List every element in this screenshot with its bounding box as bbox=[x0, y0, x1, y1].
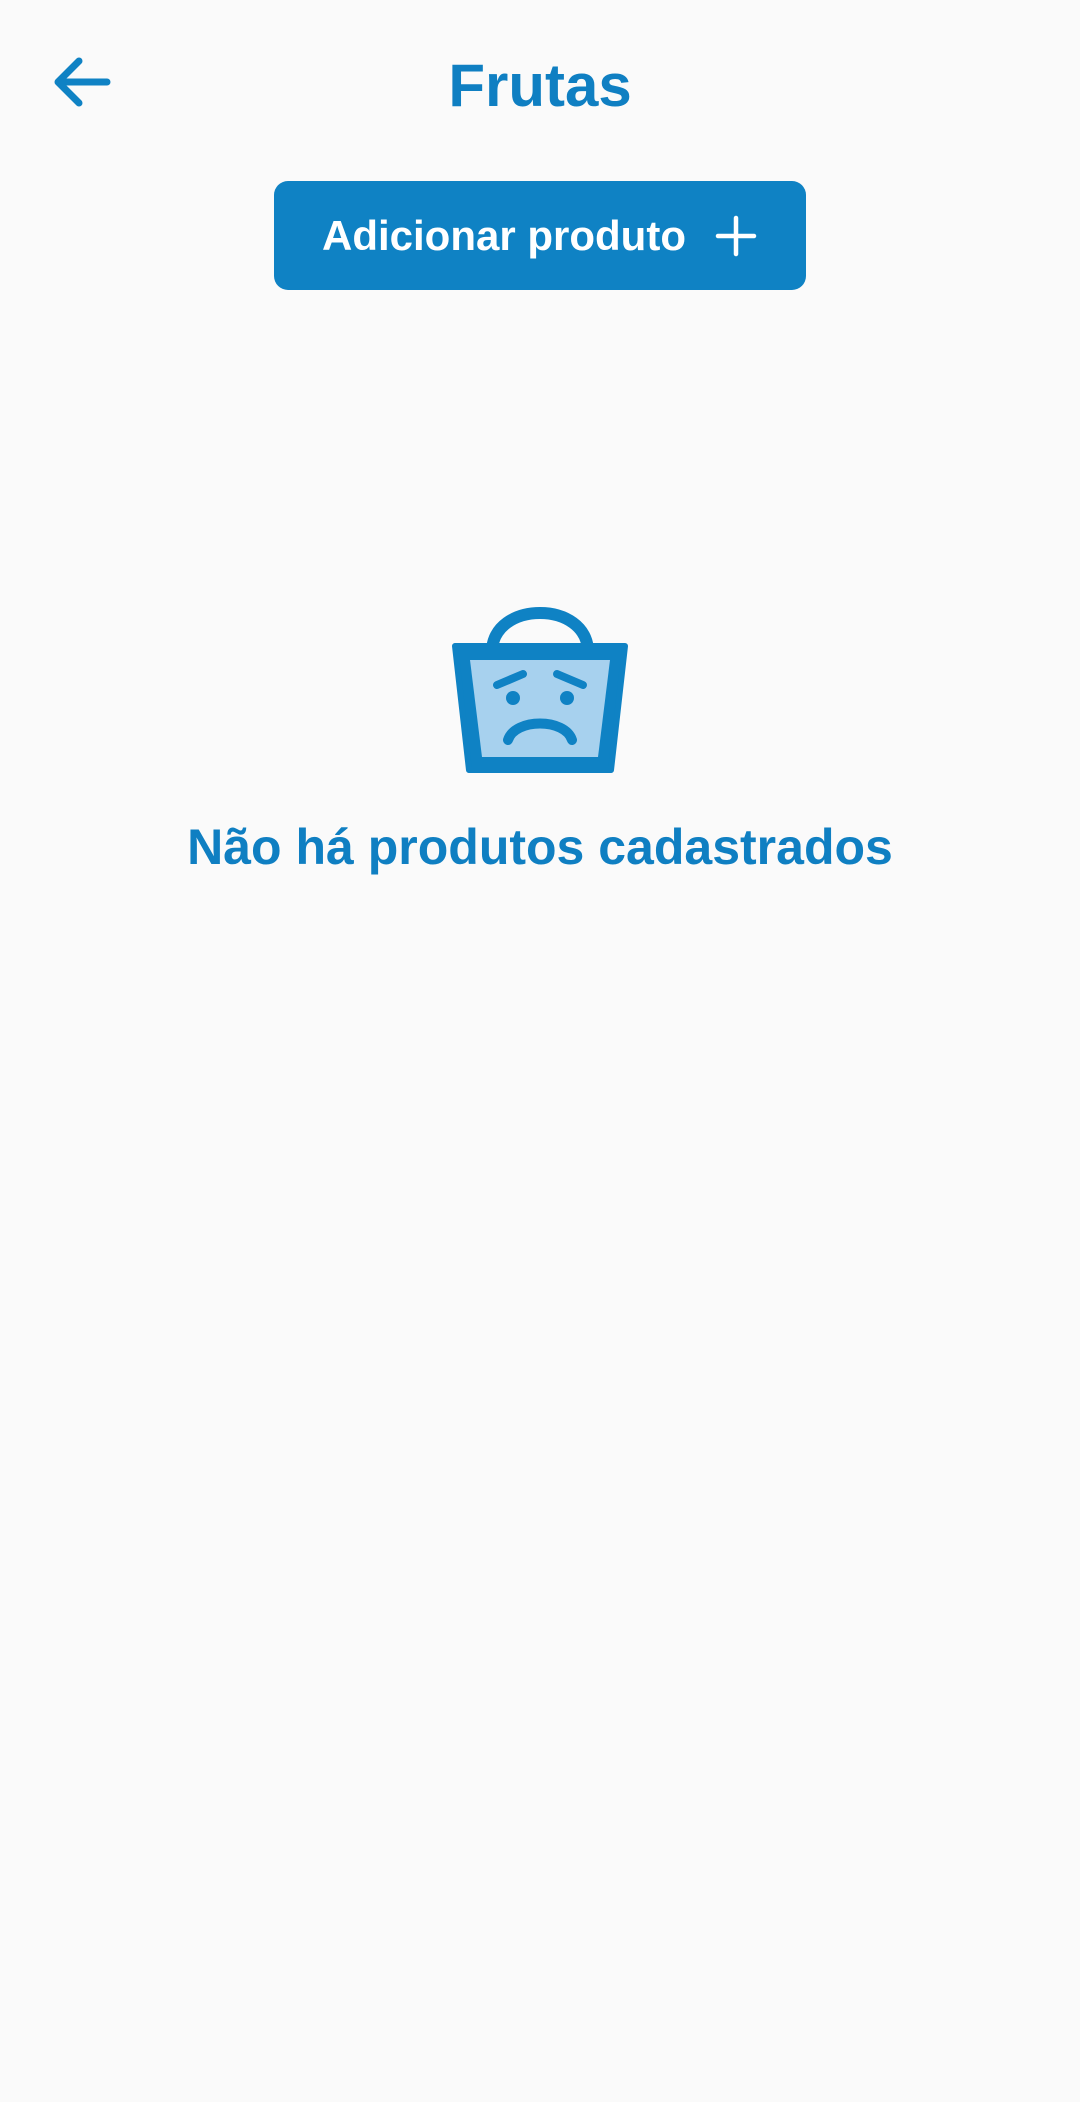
add-product-label: Adicionar produto bbox=[322, 211, 686, 259]
add-product-button[interactable]: Adicionar produto bbox=[274, 181, 806, 290]
sad-basket-icon bbox=[452, 607, 628, 773]
empty-state: Não há produtos cadastrados bbox=[0, 590, 1080, 876]
empty-message: Não há produtos cadastrados bbox=[187, 819, 893, 875]
app-header: Frutas bbox=[0, 0, 1080, 170]
plus-icon bbox=[715, 215, 757, 256]
page-title: Frutas bbox=[448, 52, 632, 119]
